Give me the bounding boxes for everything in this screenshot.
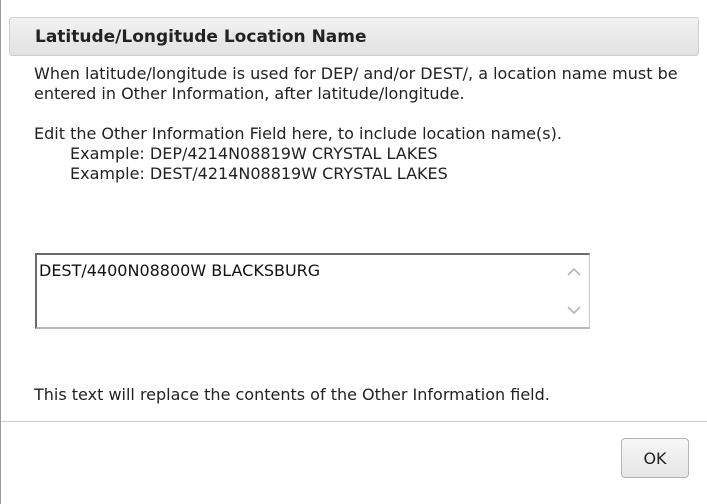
edit-instruction-text: Edit the Other Information Field here, t…: [34, 124, 562, 143]
replace-note: This text will replace the contents of t…: [34, 385, 550, 404]
footer-divider: [1, 421, 707, 422]
chevron-up-icon[interactable]: [567, 265, 581, 279]
other-information-textarea[interactable]: DEST/4400N08800W BLACKSBURG: [35, 253, 590, 329]
chevron-down-icon[interactable]: [567, 303, 581, 317]
ok-button[interactable]: OK: [621, 438, 689, 478]
dialog-title-bar: Latitude/Longitude Location Name: [9, 17, 699, 56]
example-dep: Example: DEP/4214N08819W CRYSTAL LAKES: [70, 144, 438, 163]
dialog-body: When latitude/longitude is used for DEP/…: [34, 64, 694, 184]
other-information-value[interactable]: DEST/4400N08800W BLACKSBURG: [39, 261, 320, 280]
example-dest: Example: DEST/4214N08819W CRYSTAL LAKES: [70, 164, 448, 183]
dialog-title: Latitude/Longitude Location Name: [35, 27, 367, 47]
instruction-text: When latitude/longitude is used for DEP/…: [34, 64, 678, 103]
location-name-dialog: Latitude/Longitude Location Name When la…: [0, 0, 707, 504]
